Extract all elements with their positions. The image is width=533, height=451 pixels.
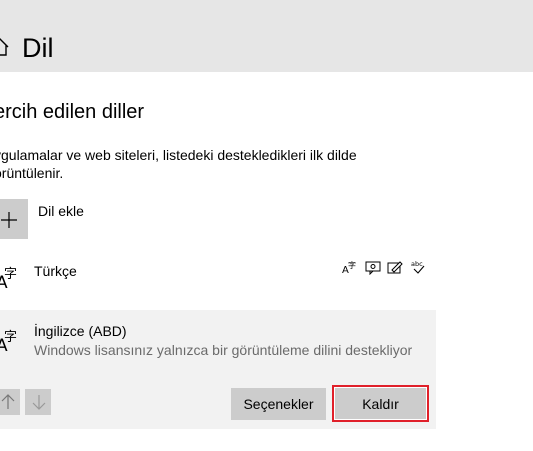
page-title: Dil [22, 33, 54, 63]
remove-button[interactable]: Kaldır [335, 388, 426, 419]
language-name-english: İngilizce (ABD) [34, 323, 127, 339]
svg-text:abc: abc [411, 260, 423, 268]
language-icon: A 字 [0, 262, 20, 293]
description-line-1: ygulamalar ve web siteleri, listedeki de… [0, 147, 357, 163]
language-name-turkish: Türkçe [34, 263, 77, 279]
language-icon: A 字 [0, 325, 20, 356]
svg-text:字: 字 [4, 330, 17, 345]
add-language-label[interactable]: Dil ekle [38, 202, 84, 220]
spellcheck-icon: abc [410, 259, 426, 275]
plus-icon [1, 212, 17, 228]
description-line-2: örüntülenir. [0, 165, 64, 181]
text-to-speech-icon: A 字 [342, 259, 358, 276]
move-down-button[interactable] [25, 389, 51, 415]
add-language-button[interactable] [0, 199, 28, 239]
speech-recognition-icon [365, 259, 381, 276]
svg-text:字: 字 [348, 260, 356, 270]
language-subtitle: Windows lisansınız yalnızca bir görüntül… [34, 342, 413, 358]
header-bar: Dil [0, 0, 533, 72]
section-description: ygulamalar ve web siteleri, listedeki de… [0, 146, 414, 182]
handwriting-icon [387, 259, 403, 275]
move-up-button[interactable] [0, 389, 20, 415]
options-button[interactable]: Seçenekler [231, 388, 326, 420]
section-title: ercih edilen diller [0, 101, 145, 123]
svg-text:字: 字 [4, 267, 17, 282]
arrow-up-icon [1, 394, 15, 409]
home-icon[interactable] [0, 37, 10, 57]
arrow-down-icon [32, 395, 46, 410]
